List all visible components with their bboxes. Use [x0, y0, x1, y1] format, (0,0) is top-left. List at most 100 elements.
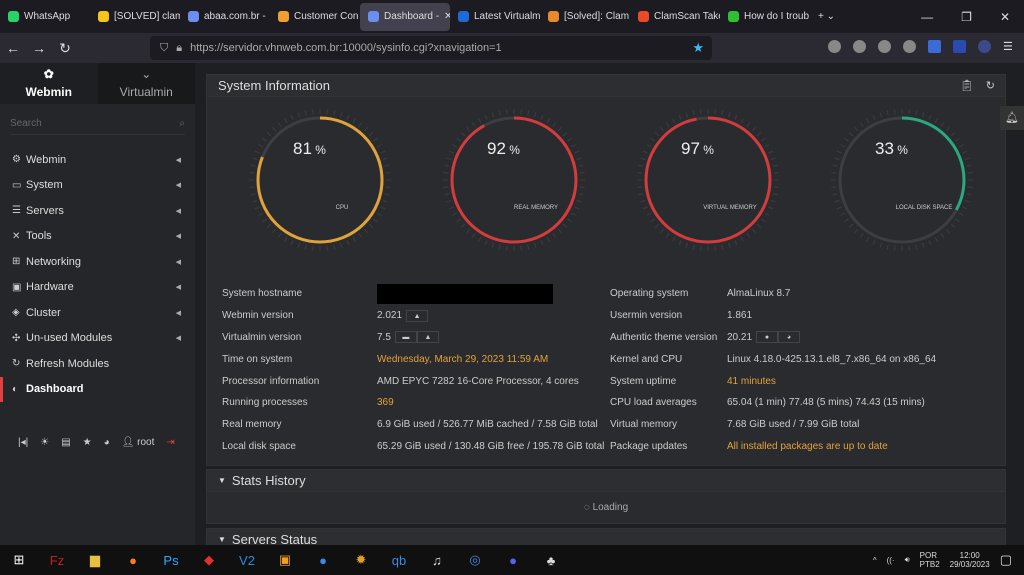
forward-button[interactable]: → [26, 40, 52, 56]
thunderbird-icon[interactable]: ● [304, 553, 342, 568]
spinner-icon: ◌ [583, 502, 590, 513]
qbittorrent-icon[interactable]: qb [380, 553, 418, 568]
gauge-tick [444, 164, 450, 167]
language-indicator[interactable]: POR PTB2 [920, 551, 940, 569]
info-value[interactable]: All installed packages are up to date [727, 441, 888, 452]
reload-button[interactable]: ↻ [52, 40, 78, 57]
sidebar-item-networking[interactable]: ⊞ Networking ◀ [0, 249, 195, 275]
theme-toggle-icon[interactable]: ☀ [40, 437, 49, 448]
menu-icon[interactable]: ☰ [1003, 40, 1016, 53]
sidebar-item-cluster[interactable]: ◈ Cluster ◀ [0, 300, 195, 326]
palette-icon[interactable]: ◕ [778, 331, 801, 344]
browser-tab[interactable]: ClamScan Take [630, 3, 720, 31]
gauge-number: 92 [487, 139, 506, 158]
discord-icon[interactable]: ● [494, 553, 532, 568]
gauge-tick [358, 122, 363, 127]
browser-tab[interactable]: Customer Con [270, 3, 360, 31]
update-icon[interactable]: ▲ [406, 309, 429, 322]
address-bar[interactable]: ⛉ 🔒︎ https://servidor.vhnweb.com.br:1000… [150, 36, 712, 60]
hdd-icon: ▣ [12, 281, 22, 293]
extension-icon[interactable] [853, 40, 866, 53]
tray-expand-icon[interactable]: ^ [873, 556, 877, 565]
extension-icon[interactable] [928, 40, 941, 53]
notifications-bell-icon[interactable]: 🔔︎ [1000, 106, 1024, 130]
browser-tab[interactable]: abaa.com.br - [180, 3, 270, 31]
gauge-tick [721, 110, 724, 116]
tab-webmin[interactable]: ✿ Webmin [0, 63, 98, 104]
bookmark-star-icon[interactable]: ★ [692, 40, 712, 56]
anydesk-icon[interactable]: ◆ [190, 552, 228, 568]
browser-tab[interactable]: [Solved]: Clam [540, 3, 630, 31]
info-icon[interactable]: ● [756, 331, 779, 344]
gauge-tick [250, 164, 256, 167]
user-link[interactable]: 👤︎ root [122, 437, 155, 448]
app-icon[interactable]: ♣ [532, 553, 570, 568]
new-tab-button[interactable]: + ⌄ [810, 3, 870, 31]
browser-tab[interactable]: WhatsApp [0, 3, 90, 31]
minimize-button[interactable]: — [921, 10, 933, 24]
firefox-icon[interactable]: ● [114, 553, 152, 568]
clipboard-icon[interactable]: 📋︎ [960, 79, 974, 92]
sidebar-item-system[interactable]: ▭ System ◀ [0, 173, 195, 199]
sidebar-item-servers[interactable]: ☰ Servers ◀ [0, 198, 195, 224]
extension-icon[interactable] [978, 40, 991, 53]
close-window-button[interactable]: ✕ [1000, 10, 1010, 24]
info-row: Processor information AMD EPYC 7282 16-Co… [222, 370, 604, 392]
collapse-icon[interactable]: |◂| [18, 437, 28, 448]
back-button[interactable]: ← [0, 40, 26, 56]
browser-tab[interactable]: Latest Virtualm [450, 3, 540, 31]
info-value: AMD EPYC 7282 16-Core Processor, 4 cores [377, 375, 579, 387]
shield-icon: ⛉ [160, 41, 169, 54]
gauge-tick [333, 110, 336, 116]
sidebar-item-tools[interactable]: ✕ Tools ◀ [0, 224, 195, 250]
gauge-tick [491, 242, 495, 248]
browser-tab[interactable]: How do I troub [720, 3, 810, 31]
terminal-app-icon[interactable]: ▣ [266, 552, 304, 568]
terminal-icon[interactable]: ▤ [61, 437, 70, 448]
app-icon[interactable]: ◎ [456, 552, 494, 568]
docs-icon[interactable]: ▬ [394, 331, 417, 344]
vs-icon[interactable]: V2 [228, 553, 266, 568]
start-icon[interactable]: ⊞ [0, 552, 38, 568]
logout-icon[interactable]: ⇥ [166, 437, 174, 448]
wifi-icon[interactable]: ((· [887, 556, 895, 565]
tab-virtualmin[interactable]: ⌄ Virtualmin [97, 63, 195, 104]
stats-history-header[interactable]: ▼ Stats History [207, 470, 1005, 492]
extension-icon[interactable] [903, 40, 916, 53]
gauge-tick [772, 164, 778, 167]
search-input[interactable]: Search ⌕ [10, 113, 185, 135]
sidebar-item-un-used-modules[interactable]: ✣ Un-used Modules ◀ [0, 326, 195, 352]
extension-icon[interactable] [878, 40, 891, 53]
headset-icon[interactable]: ♫ [418, 553, 456, 568]
file-explorer-icon[interactable]: ▆ [76, 552, 114, 568]
gauge-tick [967, 186, 973, 188]
app-icon[interactable]: ✹ [342, 552, 380, 568]
lang: POR [919, 551, 937, 560]
main-content: System Information 📋︎ ↻ 81 % CPU 92 % REAL M… [195, 63, 1024, 558]
info-row: System hostname [222, 283, 604, 305]
chevron-left-icon: ◀ [175, 258, 181, 266]
gauge-tick [854, 228, 859, 234]
extension-icon[interactable] [953, 40, 966, 53]
sidebar-item-webmin[interactable]: ⚙ Webmin ◀ [0, 147, 195, 173]
sidebar-item-hardware[interactable]: ▣ Hardware ◀ [0, 275, 195, 301]
sidebar-item-dashboard[interactable]: ◐ Dashboard [0, 376, 195, 402]
palette-icon[interactable]: ◕ [104, 437, 110, 448]
photoshop-icon[interactable]: Ps [152, 553, 190, 568]
gauge-tick [908, 245, 910, 251]
gauge-tick [848, 132, 854, 137]
refresh-icon[interactable]: ↻ [986, 79, 995, 92]
favorites-icon[interactable]: ★ [83, 437, 92, 448]
browser-tab[interactable]: Dashboard - ✕ [360, 2, 450, 31]
extension-icon[interactable] [828, 40, 841, 53]
volume-icon[interactable]: 🔊︎ [905, 555, 910, 565]
gauge-tick [761, 137, 766, 142]
update-icon[interactable]: ▲ [416, 331, 439, 344]
sidebar-footer: |◂| ☀ ▤ ★ ◕ 👤︎ root ⇥ [18, 437, 175, 448]
browser-tab[interactable]: [SOLVED] clam [90, 3, 180, 31]
maximize-button[interactable]: ❐ [961, 10, 972, 24]
filezilla-icon[interactable]: Fz [38, 553, 76, 568]
notifications-icon[interactable]: ▢ [1000, 552, 1012, 568]
sidebar-item-refresh-modules[interactable]: ↻ Refresh Modules [0, 351, 195, 377]
clock[interactable]: 12:00 29/03/2023 [950, 551, 990, 569]
